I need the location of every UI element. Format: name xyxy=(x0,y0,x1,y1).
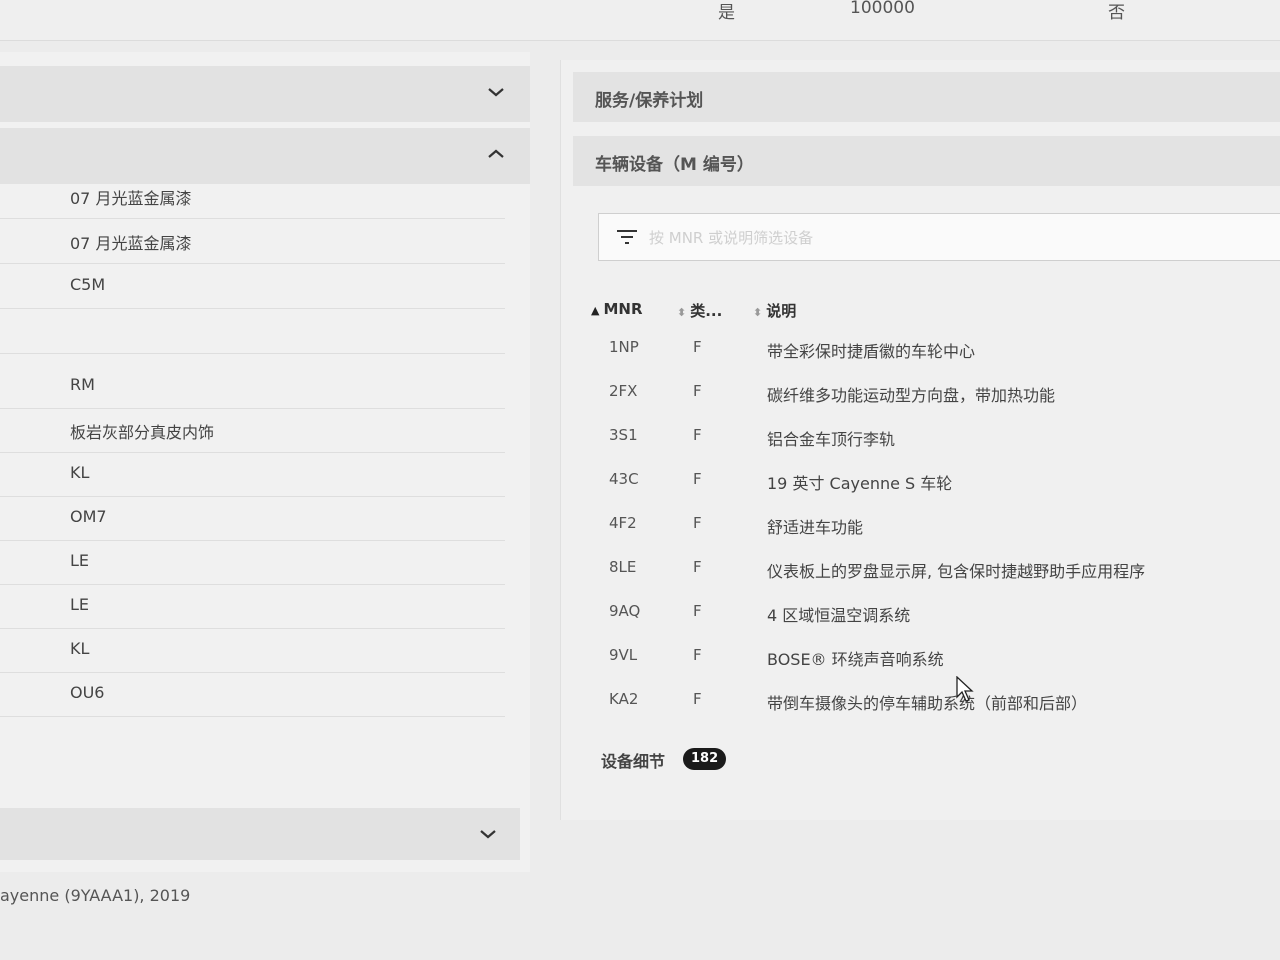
cell-mnr: 4F2 xyxy=(609,514,637,532)
column-header-label: 说明 xyxy=(766,302,797,320)
list-item: KL xyxy=(0,629,505,673)
cell-type: F xyxy=(693,646,702,664)
left-accordion-collapsed[interactable] xyxy=(0,66,530,122)
cell-description: 带倒车摄像头的停车辅助系统（前部和后部） xyxy=(767,694,1088,713)
sort-icon: ⬍ xyxy=(677,306,687,319)
column-header-description[interactable]: ⬍ 说明 xyxy=(753,300,796,321)
list-item-text: 07 月光蓝金属漆 xyxy=(70,234,192,253)
cell-mnr: 3S1 xyxy=(609,426,638,444)
right-panel: 服务/保养计划 车辆设备（M 编号） 按 MNR 或说明筛选设备 ▲ MNR ⬍ 类… xyxy=(560,60,1280,820)
table-row: 43C F 19 英寸 Cayenne S 车轮 xyxy=(581,462,1261,505)
cell-description: 舒适进车功能 xyxy=(767,518,864,537)
filter-placeholder: 按 MNR 或说明筛选设备 xyxy=(649,229,814,247)
list-item: OU6 xyxy=(0,673,505,717)
list-item-text: OU6 xyxy=(70,683,105,702)
table-row: 1NP F 带全彩保时捷盾徽的车轮中心 xyxy=(581,330,1261,373)
summary-value-a: 是 xyxy=(718,3,735,23)
list-item: 07 月光蓝金属漆 xyxy=(0,175,505,219)
summary-value-b: 100000 xyxy=(850,0,915,18)
cell-type: F xyxy=(693,602,702,620)
accordion-service-plan[interactable]: 服务/保养计划 xyxy=(573,72,1280,122)
table-row: 8LE F 仪表板上的罗盘显示屏, 包含保时捷越野助手应用程序 xyxy=(581,550,1261,593)
chevron-up-icon[interactable] xyxy=(486,144,506,164)
cell-type: F xyxy=(693,338,702,356)
list-item: 板岩灰部分真皮内饰 xyxy=(0,409,505,453)
list-item-text: LE xyxy=(70,595,90,614)
cell-description: 4 区域恒温空调系统 xyxy=(767,606,911,625)
chevron-down-icon[interactable] xyxy=(486,82,506,102)
cell-mnr: 9AQ xyxy=(609,602,641,620)
accordion-vehicle-equipment[interactable]: 车辆设备（M 编号） xyxy=(573,136,1280,186)
list-item: LE xyxy=(0,585,505,629)
list-item xyxy=(0,310,505,354)
cell-type: F xyxy=(693,514,702,532)
sort-icon: ⬍ xyxy=(753,306,763,319)
cell-description: 铝合金车顶行李轨 xyxy=(767,430,896,449)
vehicle-model-text: ayenne (9YAAA1), 2019 xyxy=(0,886,191,905)
mouse-cursor-icon xyxy=(956,675,974,702)
accordion-title: 服务/保养计划 xyxy=(595,91,704,111)
column-header-label: 类... xyxy=(690,302,723,320)
table-row: 2FX F 碳纤维多功能运动型方向盘，带加热功能 xyxy=(581,374,1261,417)
cell-type: F xyxy=(693,690,702,708)
filter-icon[interactable] xyxy=(615,228,639,246)
list-item: OM7 xyxy=(0,497,505,541)
cell-description: 19 英寸 Cayenne S 车轮 xyxy=(767,474,953,493)
equipment-filter-input[interactable]: 按 MNR 或说明筛选设备 xyxy=(598,213,1280,261)
accordion-title: 车辆设备（M 编号） xyxy=(595,155,754,175)
table-row: KA2 F 带倒车摄像头的停车辅助系统（前部和后部） xyxy=(581,682,1261,725)
table-row: 9VL F BOSE® 环绕声音响系统 xyxy=(581,638,1261,681)
column-header-type[interactable]: ⬍ 类... xyxy=(677,300,722,321)
column-header-mnr[interactable]: ▲ MNR xyxy=(591,300,643,318)
list-item: KL xyxy=(0,453,505,497)
cell-mnr: 43C xyxy=(609,470,639,488)
cell-mnr: 2FX xyxy=(609,382,638,400)
list-item-text: KL xyxy=(70,463,90,482)
cell-mnr: KA2 xyxy=(609,690,639,708)
list-item: LE xyxy=(0,541,505,585)
cell-description: 带全彩保时捷盾徽的车轮中心 xyxy=(767,342,976,361)
list-item: 07 月光蓝金属漆 xyxy=(0,220,505,264)
cell-description: 仪表板上的罗盘显示屏, 包含保时捷越野助手应用程序 xyxy=(767,562,1146,581)
column-header-label: MNR xyxy=(603,300,643,318)
left-accordion-bottom[interactable] xyxy=(0,808,520,860)
cell-mnr: 9VL xyxy=(609,646,638,664)
list-item-text: LE xyxy=(70,551,90,570)
list-item-text: C5M xyxy=(70,275,106,294)
cell-description: BOSE® 环绕声音响系统 xyxy=(767,650,944,669)
list-item-text: RM xyxy=(70,375,95,394)
table-row: 3S1 F 铝合金车顶行李轨 xyxy=(581,418,1261,461)
chevron-down-icon[interactable] xyxy=(478,824,498,844)
table-row: 4F2 F 舒适进车功能 xyxy=(581,506,1261,549)
summary-value-c: 否 xyxy=(1108,3,1125,23)
list-item-text: KL xyxy=(70,639,90,658)
list-item: RM xyxy=(0,365,505,409)
cell-description: 碳纤维多功能运动型方向盘，带加热功能 xyxy=(767,386,1056,405)
list-item: C5M xyxy=(0,265,505,309)
cell-type: F xyxy=(693,470,702,488)
top-summary-row: 是 100000 否 xyxy=(0,0,1280,41)
equipment-details-link[interactable]: 设备细节 xyxy=(601,748,665,772)
cell-type: F xyxy=(693,426,702,444)
table-row: 9AQ F 4 区域恒温空调系统 xyxy=(581,594,1261,637)
sort-asc-icon: ▲ xyxy=(591,304,600,317)
cell-type: F xyxy=(693,558,702,576)
cell-mnr: 1NP xyxy=(609,338,639,356)
cell-mnr: 8LE xyxy=(609,558,637,576)
list-item-text: OM7 xyxy=(70,507,107,526)
equipment-count-badge: 182 xyxy=(683,748,727,770)
list-item-text: 07 月光蓝金属漆 xyxy=(70,189,192,208)
cell-type: F xyxy=(693,382,702,400)
list-item-text: 板岩灰部分真皮内饰 xyxy=(70,423,215,442)
